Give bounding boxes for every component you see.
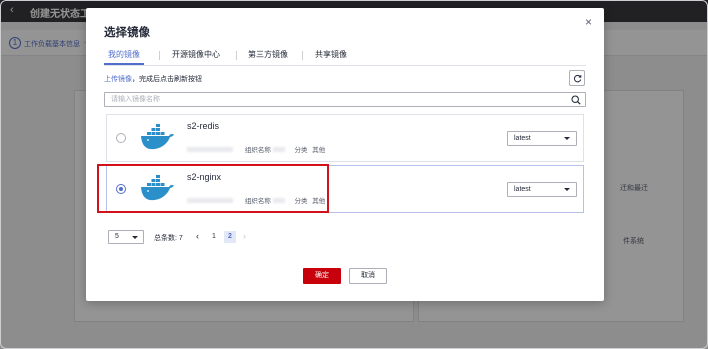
refresh-icon [573,74,581,82]
tab-divider [159,51,160,60]
select-image-dialog: 选择镜像 × 我的镜像 开源镜像中心 第三方镜像 共享镜像 上传镜像，完成后点击… [86,8,604,301]
close-icon[interactable]: × [585,15,592,29]
chevron-down-icon [564,137,570,140]
upload-hint: 上传镜像，完成后点击刷新按钮 [104,74,202,84]
image-source-tabs: 我的镜像 开源镜像中心 第三方镜像 共享镜像 [104,48,586,66]
image-name: s2-redis [187,121,220,131]
tab-open-source-images[interactable]: 开源镜像中心 [172,49,220,60]
pagination: 5 总条数: 7 ‹ 1 2 › [108,230,408,244]
category-label: 分类 [294,147,308,154]
total-count: 总条数: 7 [154,235,183,242]
cancel-button[interactable]: 取消 [349,268,387,284]
redacted-text [187,146,233,152]
tab-shared-images[interactable]: 共享镜像 [315,49,347,60]
org-label: 组织名称 [244,147,271,154]
confirm-button[interactable]: 确定 [303,268,341,284]
image-meta: 组织名称 分类 其他 [187,144,325,154]
tag-select-value: latest [514,186,531,193]
dialog-title: 选择镜像 [104,27,150,39]
image-search-box [104,92,586,107]
image-radio[interactable] [116,133,126,143]
page-size-select[interactable]: 5 [108,230,144,244]
category-value: 其他 [312,147,326,154]
tab-divider [302,51,303,60]
selection-highlight-box [97,164,329,213]
page-number-1[interactable]: 1 [208,231,220,243]
prev-page-icon[interactable]: ‹ [196,231,199,241]
chevron-down-icon [132,236,138,239]
active-tab-indicator [104,63,144,65]
redacted-text [272,146,285,152]
refresh-button[interactable] [569,70,585,86]
tab-divider [236,51,237,60]
docker-whale-icon [141,124,174,150]
tab-third-party-images[interactable]: 第三方镜像 [248,49,288,60]
search-input[interactable] [111,94,561,105]
image-list-item[interactable]: s2-redis 组织名称 分类 其他 latest [106,114,584,162]
next-page-icon[interactable]: › [243,231,246,241]
search-icon[interactable] [571,95,581,105]
page-size-value: 5 [115,233,119,240]
tab-my-images[interactable]: 我的镜像 [108,49,140,60]
chevron-down-icon [564,188,570,191]
page-number-2[interactable]: 2 [224,231,236,243]
tag-select[interactable]: latest [507,131,577,146]
upload-hint-text: ，完成后点击刷新按钮 [132,76,202,83]
upload-image-link[interactable]: 上传镜像 [104,76,132,83]
tag-select[interactable]: latest [507,182,577,197]
tag-select-value: latest [514,135,531,142]
